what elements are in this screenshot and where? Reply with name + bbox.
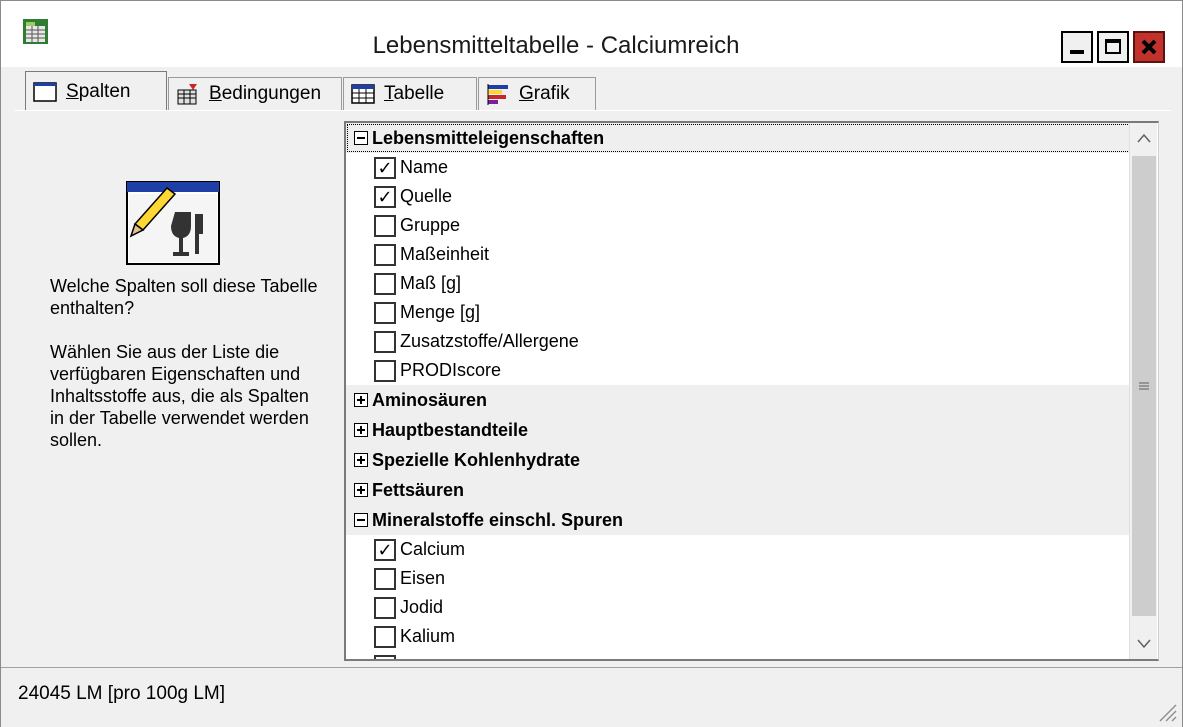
scroll-thumb[interactable] — [1132, 156, 1156, 616]
item-label: Zusatzstoffe/Allergene — [400, 331, 579, 351]
group-label: Mineralstoffe einschl. Spuren — [372, 509, 624, 530]
column-tree-list[interactable]: Lebensmitteleigenschaften ✓ Name ✓ Quell… — [344, 121, 1159, 661]
edit-columns-illustration-icon — [126, 181, 220, 265]
collapse-icon[interactable] — [354, 513, 368, 527]
expand-icon[interactable] — [354, 453, 368, 467]
group-label: Hauptbestandteile — [372, 419, 529, 440]
app-window: Lebensmitteltabelle - Calciumreich Spalt… — [0, 0, 1183, 727]
item-label: Quelle — [400, 186, 453, 206]
conditions-icon — [177, 84, 197, 105]
tab-bedingungen[interactable]: Bedingungen — [168, 77, 342, 110]
expand-icon[interactable] — [354, 423, 368, 437]
item-label: Gruppe — [400, 215, 461, 235]
checkbox-partial[interactable] — [374, 654, 396, 659]
item-label: Kalium — [400, 626, 456, 646]
tab-grafik-label: Grafik — [519, 83, 570, 104]
group-label: Aminosäuren — [372, 389, 488, 410]
list-item[interactable]: Jodid — [346, 593, 1131, 622]
item-label: Maßeinheit — [400, 244, 490, 264]
group-label: Lebensmitteleigenschaften — [372, 127, 605, 148]
checkbox-jodid[interactable] — [374, 596, 396, 619]
checkbox-masseinheit[interactable] — [374, 243, 396, 266]
list-item[interactable]: Maß [g] — [346, 269, 1131, 298]
close-icon — [1141, 39, 1157, 55]
checkbox-zusatzstoffe[interactable] — [374, 330, 396, 353]
item-label: PRODIscore — [400, 360, 502, 380]
status-bar: 24045 LM [pro 100g LM] — [1, 667, 1182, 727]
item-label: Calcium — [400, 539, 466, 559]
list-item[interactable]: Kalium — [346, 622, 1131, 651]
group-label: Spezielle Kohlenhydrate — [372, 449, 581, 470]
group-row-hauptbestandteile[interactable]: Hauptbestandteile — [346, 415, 1131, 445]
checkbox-quelle[interactable]: ✓ — [374, 185, 396, 208]
minimize-icon — [1070, 50, 1084, 54]
group-row-fettsaeuren[interactable]: Fettsäuren — [346, 475, 1131, 505]
item-label: Eisen — [400, 568, 446, 588]
tab-spalten[interactable]: Spalten — [25, 71, 167, 111]
help-question: Welche Spalten soll diese Tabelle enthal… — [50, 276, 318, 318]
grip-lines-icon — [1139, 382, 1149, 390]
help-instruction: Wählen Sie aus der Liste die verfügbaren… — [50, 342, 309, 450]
group-row-mineralstoffe[interactable]: Mineralstoffe einschl. Spuren — [346, 505, 1131, 535]
list-item[interactable]: PRODIscore — [346, 356, 1131, 385]
checkbox-gruppe[interactable] — [374, 214, 396, 237]
window-icon — [33, 81, 57, 102]
tab-tabelle-label: Tabelle — [384, 83, 445, 104]
list-item[interactable]: ✓ Calcium — [346, 535, 1131, 564]
maximize-icon — [1105, 39, 1121, 54]
tab-bedingungen-label: Bedingungen — [209, 83, 322, 104]
checkbox-menge[interactable] — [374, 301, 396, 324]
expand-icon[interactable] — [354, 393, 368, 407]
checkbox-kalium[interactable] — [374, 625, 396, 648]
list-item[interactable]: Eisen — [346, 564, 1131, 593]
item-label: Jodid — [400, 597, 444, 617]
expand-icon[interactable] — [354, 483, 368, 497]
table-icon — [351, 84, 375, 104]
checkbox-name[interactable]: ✓ — [374, 156, 396, 179]
group-row-lebensmitteleigenschaften[interactable]: Lebensmitteleigenschaften — [346, 123, 1131, 153]
list-item[interactable]: Gruppe — [346, 211, 1131, 240]
resize-grip-icon[interactable] — [1154, 699, 1178, 723]
item-label: Name — [400, 157, 449, 177]
chart-icon — [487, 84, 508, 105]
collapse-icon[interactable] — [354, 131, 368, 145]
list-item[interactable]: Zusatzstoffe/Allergene — [346, 327, 1131, 356]
close-button[interactable] — [1133, 31, 1165, 63]
tab-tabelle[interactable]: Tabelle — [343, 77, 477, 110]
help-text: Welche Spalten soll diese Tabelle enthal… — [50, 275, 320, 473]
checkbox-prodiscore[interactable] — [374, 359, 396, 382]
checkbox-calcium[interactable]: ✓ — [374, 538, 396, 561]
scroll-up-icon[interactable] — [1130, 123, 1158, 153]
group-row-aminosaeuren[interactable]: Aminosäuren — [346, 385, 1131, 415]
group-row-kohlenhydrate[interactable]: Spezielle Kohlenhydrate — [346, 445, 1131, 475]
maximize-button[interactable] — [1097, 31, 1129, 63]
list-item[interactable]: ✓ Name — [346, 153, 1131, 182]
item-label: Maß [g] — [400, 273, 462, 293]
status-text: 24045 LM [pro 100g LM] — [18, 683, 226, 704]
tab-spalten-label: Spalten — [66, 80, 131, 102]
list-item[interactable]: Menge [g] — [346, 298, 1131, 327]
vertical-scrollbar[interactable] — [1129, 123, 1157, 659]
window-title: Lebensmitteltabelle - Calciumreich — [372, 32, 740, 59]
scroll-down-icon[interactable] — [1130, 629, 1158, 659]
checkbox-mass[interactable] — [374, 272, 396, 295]
list-item-partial[interactable] — [346, 651, 1131, 659]
tab-grafik[interactable]: Grafik — [478, 77, 596, 110]
title-bar[interactable]: Lebensmitteltabelle - Calciumreich — [1, 1, 1182, 67]
list-item[interactable]: ✓ Quelle — [346, 182, 1131, 211]
minimize-button[interactable] — [1061, 31, 1093, 63]
item-label: Menge [g] — [400, 302, 481, 322]
list-item[interactable]: Maßeinheit — [346, 240, 1131, 269]
group-label: Fettsäuren — [372, 479, 465, 500]
checkbox-eisen[interactable] — [374, 567, 396, 590]
